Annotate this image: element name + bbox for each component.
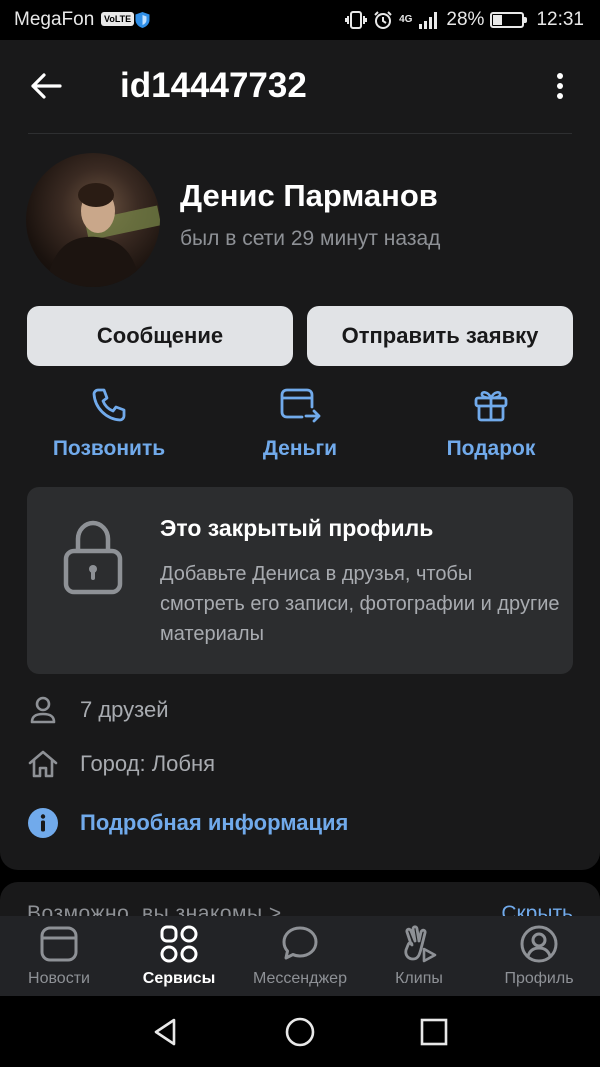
closed-profile-notice: Это закрытый профиль Добавьте Дениса в д…: [27, 487, 573, 674]
info-icon: [28, 808, 58, 838]
tab-services[interactable]: Сервисы: [124, 924, 234, 994]
header-divider: [28, 133, 572, 134]
tab-clips[interactable]: Клипы: [364, 924, 474, 994]
phone-icon: [92, 388, 126, 422]
shield-icon: [135, 12, 150, 28]
clock: 12:31: [536, 9, 584, 30]
message-button[interactable]: Сообщение: [27, 306, 293, 366]
clips-icon: [404, 925, 437, 963]
avatar[interactable]: [26, 153, 160, 287]
carrier-name: MegaFon: [14, 9, 95, 30]
nav-recent-apps-icon[interactable]: [418, 1016, 450, 1048]
vibrate-icon: [345, 11, 368, 29]
top-bar: id14447732: [0, 40, 600, 134]
lock-icon: [63, 520, 123, 595]
tab-services-label: Сервисы: [142, 970, 216, 987]
tab-messenger-label: Мессенджер: [253, 970, 347, 987]
system-nav-bar: [0, 996, 600, 1067]
gift-action[interactable]: Подарок: [401, 385, 581, 475]
city-row: Город: Лобня: [27, 744, 215, 784]
money-label: Деньги: [262, 437, 338, 460]
details-link[interactable]: Подробная информация: [27, 803, 348, 843]
status-indicators: 4G 28% 12:31: [345, 9, 584, 31]
closed-profile-text: Добавьте Дениса в друзья, чтобы смотреть…: [160, 563, 560, 645]
closed-profile-title: Это закрытый профиль: [160, 515, 434, 541]
arrow-left-icon[interactable]: [28, 68, 64, 104]
friends-count: 7 друзей: [80, 697, 169, 722]
services-icon: [160, 925, 198, 963]
battery-icon: [490, 12, 528, 28]
profile-icon: [520, 925, 558, 963]
avatar-photo: [46, 183, 160, 287]
tab-clips-label: Клипы: [395, 970, 443, 987]
tab-news[interactable]: Новости: [4, 924, 114, 994]
call-action[interactable]: Позвонить: [19, 385, 199, 475]
alarm-icon: [374, 11, 392, 29]
last-seen-status: был в сети 29 минут назад: [180, 227, 441, 250]
status-bar: MegaFon VoLTE 4G 28% 12:31: [0, 0, 600, 40]
nav-home-icon[interactable]: [284, 1016, 316, 1048]
news-icon: [40, 926, 78, 962]
bottom-tab-bar: Новости Сервисы Мессенджер Клипы Профиль: [0, 916, 600, 996]
gift-icon: [474, 391, 508, 422]
volte-badge: VoLTE: [101, 12, 135, 26]
call-label: Позвонить: [52, 437, 166, 460]
details-label: Подробная информация: [80, 810, 349, 835]
page-title: id14447732: [120, 66, 307, 105]
home-icon: [28, 750, 58, 778]
tab-news-label: Новости: [28, 970, 90, 987]
tab-profile-label: Профиль: [504, 970, 574, 987]
battery-percent: 28%: [446, 9, 485, 30]
profile-name: Денис Парманов: [180, 178, 438, 213]
city-text: Город: Лобня: [80, 751, 216, 776]
friends-row[interactable]: 7 друзей: [27, 690, 169, 730]
money-transfer-icon: [280, 388, 321, 423]
more-vertical-icon[interactable]: [548, 68, 572, 104]
signal-icon: [419, 12, 438, 29]
person-icon: [30, 696, 56, 724]
messenger-icon: [282, 926, 318, 960]
tab-profile[interactable]: Профиль: [484, 924, 594, 994]
money-action[interactable]: Деньги: [210, 385, 390, 475]
nav-back-icon[interactable]: [150, 1016, 182, 1048]
friend-request-button[interactable]: Отправить заявку: [307, 306, 573, 366]
network-type: 4G: [399, 14, 413, 25]
tab-messenger[interactable]: Мессенджер: [244, 924, 356, 994]
profile-screen: id14447732 Денис Парманов был в сети 29 …: [0, 40, 600, 870]
gift-label: Подарок: [446, 437, 536, 460]
